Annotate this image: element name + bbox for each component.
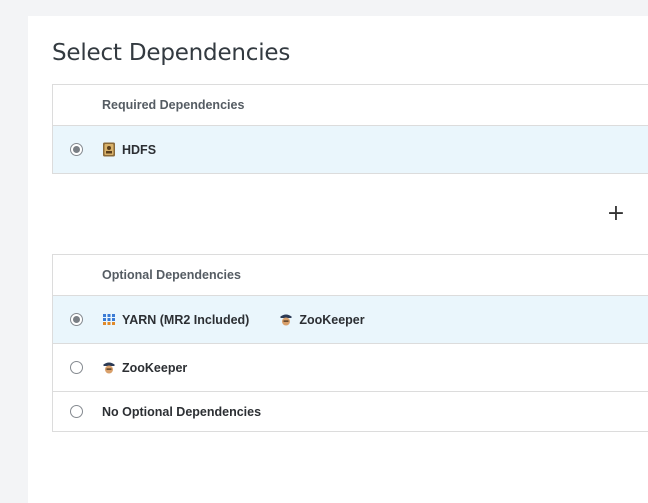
zookeeper-icon: [102, 360, 116, 375]
optional-dependency-row[interactable]: YARN (MR2 Included) ZooKeeper: [53, 296, 648, 344]
optional-dependencies-header: Optional Dependencies: [53, 255, 648, 296]
hdfs-icon: [102, 142, 116, 157]
required-dependencies-header: Required Dependencies: [53, 85, 648, 126]
service-name: HDFS: [122, 142, 157, 157]
optional-row-radio[interactable]: [70, 404, 83, 418]
required-row-radio[interactable]: [70, 142, 83, 156]
yarn-icon: [102, 312, 116, 327]
required-dependency-row-hdfs[interactable]: HDFS: [53, 126, 648, 174]
service-chip-zookeeper: ZooKeeper: [279, 312, 365, 327]
optional-dependency-row[interactable]: ZooKeeper: [53, 344, 648, 392]
service-name: ZooKeeper: [299, 312, 365, 327]
service-name: No Optional Dependencies: [102, 404, 262, 419]
service-chip-yarn: YARN (MR2 Included): [102, 312, 249, 327]
zookeeper-icon: [279, 312, 293, 327]
service-name: ZooKeeper: [122, 360, 188, 375]
service-chip-hdfs: HDFS: [102, 142, 156, 157]
optional-row-radio[interactable]: [70, 360, 83, 374]
dependencies-panel: Select Dependencies Required Dependencie…: [28, 16, 648, 503]
no-optional-dependencies-label: No Optional Dependencies: [102, 405, 261, 419]
page-title: Select Dependencies: [52, 40, 291, 66]
required-dependencies-table: Required Dependencies HDFS: [52, 84, 648, 174]
optional-dependencies-table: Optional Dependencies YARN (MR2 Included…: [52, 254, 648, 432]
add-dependency-button[interactable]: +: [606, 203, 626, 225]
service-chip-zookeeper: ZooKeeper: [102, 360, 187, 375]
optional-dependency-row[interactable]: No Optional Dependencies: [53, 392, 648, 432]
optional-row-radio[interactable]: [70, 312, 83, 326]
service-name: YARN (MR2 Included): [122, 312, 250, 327]
